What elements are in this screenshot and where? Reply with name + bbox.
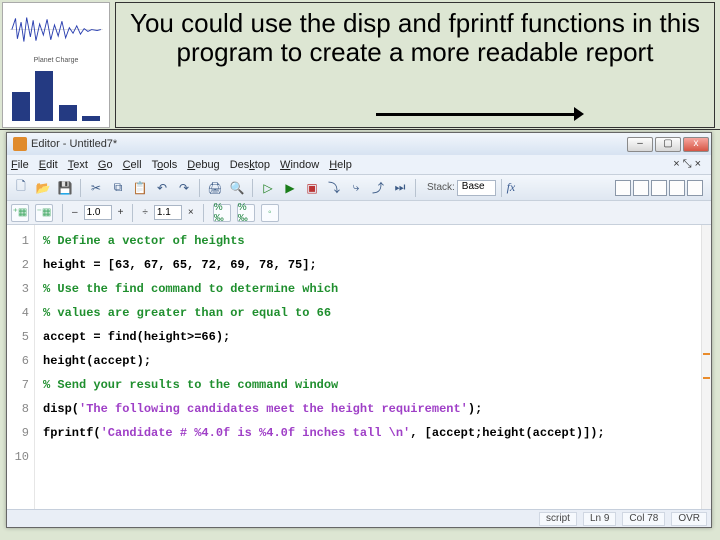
plus-label[interactable]: + — [118, 207, 124, 218]
bar — [59, 105, 77, 121]
callout-text: You could use the disp and fprintf funct… — [130, 9, 700, 66]
times-label[interactable]: × — [188, 207, 194, 218]
run-section-icon[interactable]: ▶ — [280, 178, 300, 198]
warning-strip — [701, 225, 711, 509]
cut-icon[interactable]: ✂ — [86, 178, 106, 198]
menu-tools[interactable]: Tools — [152, 159, 178, 171]
dock-btn-4[interactable] — [669, 180, 685, 196]
dock-btn-3[interactable] — [651, 180, 667, 196]
bar — [82, 116, 100, 121]
status-line: Ln 9 — [583, 512, 616, 526]
continue-icon[interactable]: ⏭ — [390, 178, 410, 198]
step-in-icon[interactable]: ⤷ — [346, 178, 366, 198]
menu-help[interactable]: Help — [329, 159, 352, 171]
step-icon[interactable]: ⤵ — [324, 178, 344, 198]
bar — [12, 92, 30, 121]
lint-mark-icon[interactable] — [703, 353, 710, 355]
copy-icon[interactable]: ⧉ — [108, 178, 128, 198]
line-num: 8 — [7, 397, 29, 421]
bar-thumb — [3, 65, 109, 127]
pct-btn-1[interactable]: %‰ — [213, 204, 231, 222]
stack-select[interactable]: Base — [457, 180, 496, 196]
dock-btn-2[interactable] — [633, 180, 649, 196]
save-icon[interactable]: 💾 — [55, 178, 75, 198]
open-file-icon[interactable]: 📂 — [33, 178, 53, 198]
line-num: 2 — [7, 253, 29, 277]
line-num: 9 — [7, 421, 29, 445]
line-num: 1 — [7, 229, 29, 253]
line-num: 10 — [7, 445, 29, 469]
line-num: 4 — [7, 301, 29, 325]
fx-icon[interactable]: fx — [507, 180, 516, 195]
line-num: 7 — [7, 373, 29, 397]
close-button[interactable]: x — [683, 137, 709, 152]
editor-app-icon — [13, 137, 27, 151]
div-label[interactable]: ÷ — [142, 207, 148, 218]
toolbar-main: 🗋 📂 💾 ✂ ⧉ 📋 ↶ ↷ 🖨 🔍 ▷ ▶ ▣ ⤵ ⤷ ⤴ ⏭ Stack:… — [7, 175, 711, 201]
status-col: Col 78 — [622, 512, 665, 526]
paste-icon[interactable]: 📋 — [130, 178, 150, 198]
minimize-button[interactable]: – — [627, 137, 653, 152]
status-mode: script — [539, 512, 577, 526]
increment-a-field[interactable] — [84, 205, 112, 220]
menu-go[interactable]: Go — [98, 159, 113, 171]
menu-debug[interactable]: Debug — [187, 159, 219, 171]
code-text[interactable]: % Define a vector of heights height = [6… — [35, 225, 701, 509]
line-num: 5 — [7, 325, 29, 349]
thumbnail-column: Planet Charge — [2, 2, 110, 128]
dot-btn[interactable]: ◦ — [261, 204, 279, 222]
lint-mark-icon[interactable] — [703, 377, 710, 379]
line-gutter: 1 2 3 4 5 6 7 8 9 10 — [7, 225, 35, 509]
titlebar[interactable]: Editor - Untitled7* – ▢ x — [7, 133, 711, 155]
breakpoint-icon[interactable]: ▣ — [302, 178, 322, 198]
toolbar-cell: ⁺▦ ⁻▦ – + ÷ × %‰ %‰ ◦ — [7, 201, 711, 225]
run-icon[interactable]: ▷ — [258, 178, 278, 198]
waveform-icon — [6, 11, 107, 48]
code-area[interactable]: 1 2 3 4 5 6 7 8 9 10 % Define a vector o… — [7, 225, 711, 509]
status-ovr: OVR — [671, 512, 707, 526]
menu-window[interactable]: Window — [280, 159, 319, 171]
line-num: 3 — [7, 277, 29, 301]
menu-desktop[interactable]: Desktop — [230, 159, 270, 171]
editor-window: Editor - Untitled7* – ▢ x File Edit Text… — [6, 132, 712, 528]
dock-btn-5[interactable] — [687, 180, 703, 196]
minus-label[interactable]: – — [72, 207, 78, 218]
thumb-caption: Planet Charge — [3, 56, 109, 65]
menu-file[interactable]: File — [11, 159, 29, 171]
undo-icon[interactable]: ↶ — [152, 178, 172, 198]
callout-box: You could use the disp and fprintf funct… — [115, 2, 715, 128]
menu-edit[interactable]: Edit — [39, 159, 58, 171]
menubar-corner-icons[interactable]: × ⤡ × — [673, 158, 707, 171]
statusbar: script Ln 9 Col 78 OVR — [7, 509, 711, 527]
pct-btn-2[interactable]: %‰ — [237, 204, 255, 222]
step-out-icon[interactable]: ⤴ — [368, 178, 388, 198]
callout-arrow — [376, 113, 576, 116]
new-file-icon[interactable]: 🗋 — [11, 178, 31, 198]
find-icon[interactable]: 🔍 — [227, 178, 247, 198]
callout-region: Planet Charge You could use the disp and… — [0, 0, 720, 130]
increment-b-field[interactable] — [154, 205, 182, 220]
bar — [35, 71, 53, 121]
cell-minus-icon[interactable]: ⁻▦ — [35, 204, 53, 222]
print-icon[interactable]: 🖨 — [205, 178, 225, 198]
window-title: Editor - Untitled7* — [31, 138, 117, 150]
menu-text[interactable]: Text — [68, 159, 88, 171]
redo-icon[interactable]: ↷ — [174, 178, 194, 198]
waveform-thumb — [3, 3, 109, 56]
maximize-button[interactable]: ▢ — [655, 137, 681, 152]
line-num: 6 — [7, 349, 29, 373]
menu-cell[interactable]: Cell — [123, 159, 142, 171]
cell-plus-icon[interactable]: ⁺▦ — [11, 204, 29, 222]
menubar: File Edit Text Go Cell Tools Debug Deskt… — [7, 155, 711, 175]
stack-label: Stack: — [427, 182, 455, 193]
dock-btn-1[interactable] — [615, 180, 631, 196]
